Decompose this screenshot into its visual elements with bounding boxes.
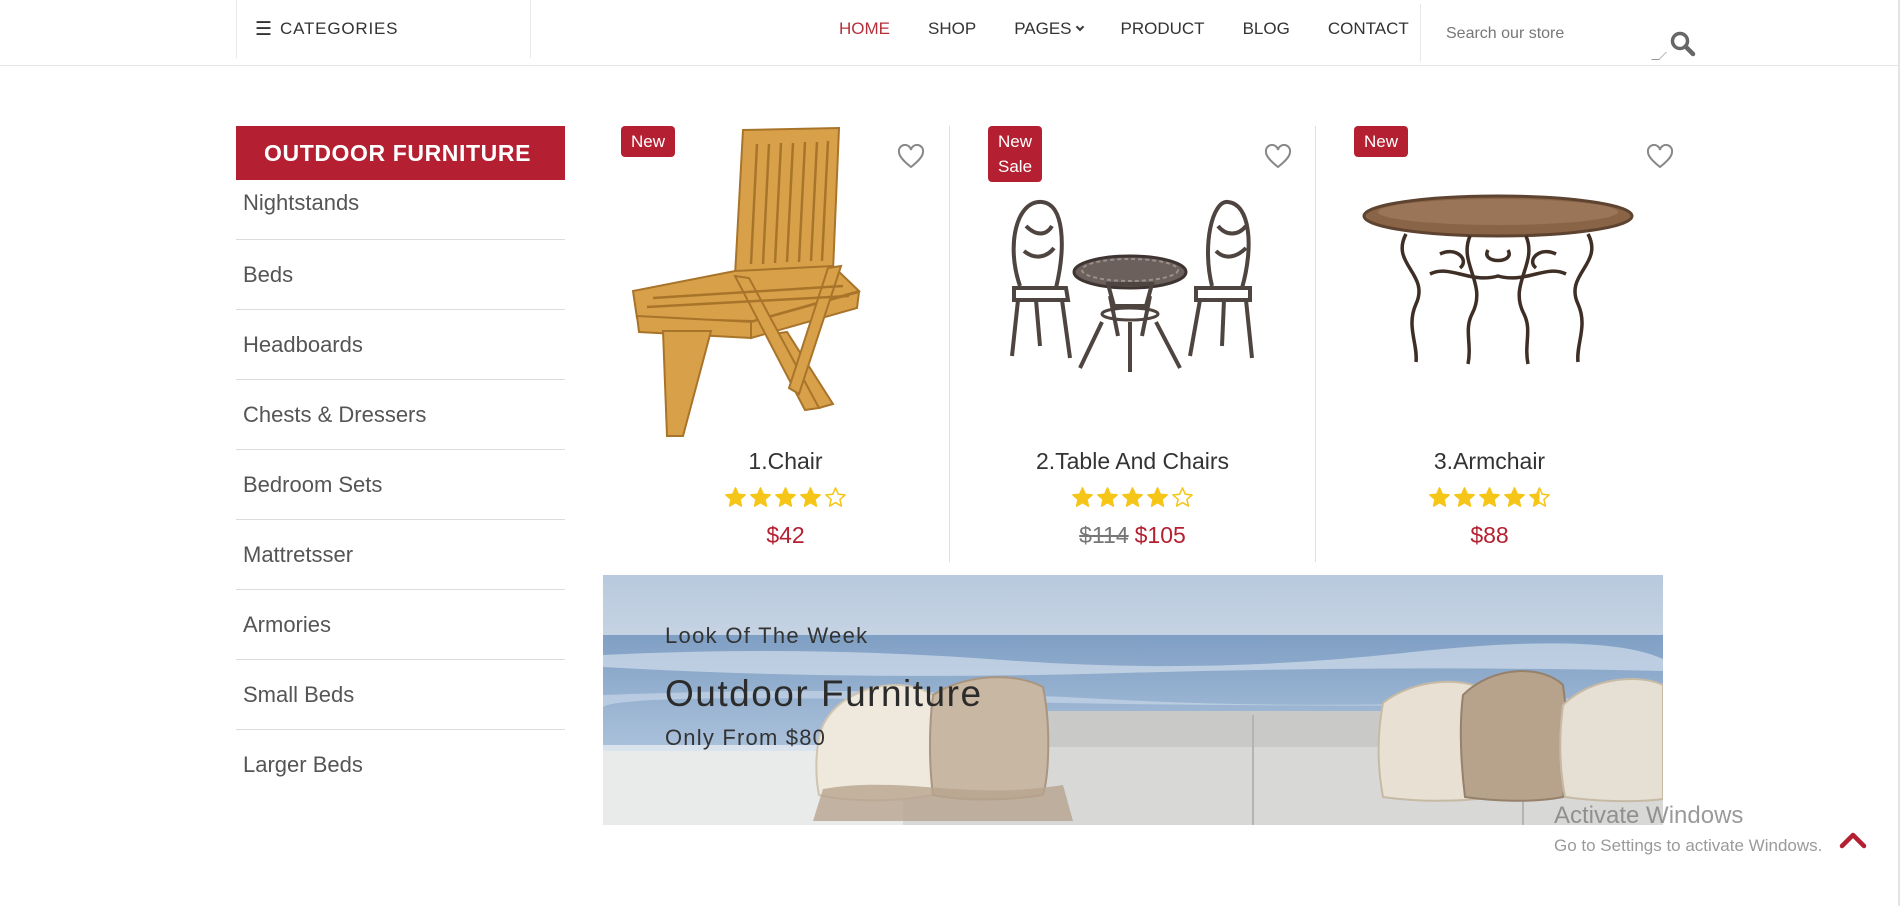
nav-contact[interactable]: CONTACT <box>1328 19 1409 39</box>
star-full-icon <box>1072 487 1093 507</box>
sidebar-item-larger-beds[interactable]: Larger Beds <box>236 730 565 800</box>
product-card[interactable]: New Sale 2.Table And Chairs $114 $105 <box>949 126 1315 562</box>
sidebar-item-headboards[interactable]: Headboards <box>236 310 565 380</box>
watermark-line-1: Activate Windows <box>1554 802 1744 829</box>
nav-pages-label: PAGES <box>1014 19 1072 38</box>
product-card[interactable]: New 1.Chair $42 <box>603 126 968 562</box>
star-full-icon <box>1097 487 1118 507</box>
heart-icon[interactable] <box>1646 143 1674 170</box>
price: $105 <box>1134 522 1186 548</box>
rating-stars <box>603 486 968 509</box>
banner-title: Outdoor Furniture <box>665 673 983 714</box>
category-sidebar: OUTDOOR FURNITURE Nightstands Beds Headb… <box>236 126 565 800</box>
rating-stars <box>950 486 1315 509</box>
product-name[interactable]: 1.Chair <box>603 448 968 475</box>
star-full-icon <box>1122 487 1143 507</box>
sidebar-list: Nightstands Beds Headboards Chests & Dre… <box>236 180 565 800</box>
price: $42 <box>766 522 805 548</box>
product-image-chair[interactable] <box>623 126 863 441</box>
badge-new: New <box>1364 132 1399 151</box>
star-empty-icon <box>825 487 846 507</box>
star-full-icon <box>1429 487 1450 507</box>
product-name[interactable]: 3.Armchair <box>1316 448 1663 475</box>
product-badge: New Sale <box>988 126 1043 182</box>
old-price: $114 <box>1079 522 1129 548</box>
nav-home[interactable]: HOME <box>839 19 890 39</box>
categories-label: CATEGORIES <box>280 19 399 38</box>
star-full-icon <box>775 487 796 507</box>
star-full-icon <box>1479 487 1500 507</box>
nav-product[interactable]: PRODUCT <box>1121 19 1205 39</box>
nav-pages[interactable]: PAGES <box>1014 19 1084 39</box>
product-image-armchair[interactable] <box>1360 194 1636 374</box>
product-grid: New 1.Chair $42 New Sale 2.Table And Cha… <box>603 126 1674 562</box>
promo-banner[interactable]: Look Of The Week Outdoor Furniture Only … <box>603 575 1663 825</box>
sidebar-item-nightstands[interactable]: Nightstands <box>236 180 565 240</box>
chevron-down-icon <box>1075 22 1084 32</box>
star-full-icon <box>1454 487 1475 507</box>
product-badge: New <box>1354 126 1409 157</box>
star-full-icon <box>1504 487 1525 507</box>
search-icon[interactable] <box>1669 30 1697 58</box>
star-empty-icon <box>1172 487 1193 507</box>
price: $88 <box>1470 522 1509 548</box>
star-full-icon <box>800 487 821 507</box>
banner-subtitle: Only From $80 <box>665 725 827 750</box>
sidebar-title: OUTDOOR FURNITURE <box>236 126 565 180</box>
watermark-line-2: Go to Settings to activate Windows. <box>1554 836 1823 855</box>
nav-blog-label: BLOG <box>1242 19 1290 38</box>
windows-activation-watermark: Activate Windows Go to Settings to activ… <box>1554 802 1822 856</box>
main-nav: HOME SHOP PAGES PRODUCT BLOG CONTACT <box>820 0 1428 58</box>
heart-icon[interactable] <box>1264 143 1292 170</box>
price-row: $88 <box>1316 522 1663 549</box>
sidebar-item-small-beds[interactable]: Small Beds <box>236 660 565 730</box>
nav-product-label: PRODUCT <box>1120 19 1205 38</box>
nav-shop-label: SHOP <box>928 19 977 38</box>
star-full-icon <box>725 487 746 507</box>
chevron-up-icon[interactable] <box>1838 826 1868 852</box>
nav-home-label: HOME <box>839 19 890 38</box>
banner-tag: Look Of The Week <box>665 623 869 648</box>
nav-blog[interactable]: BLOG <box>1243 19 1290 39</box>
badge-sale: Sale <box>998 157 1033 176</box>
search-input[interactable] <box>1421 14 1671 54</box>
categories-toggle[interactable]: ☰ CATEGORIES <box>236 0 531 58</box>
star-full-icon <box>1147 487 1168 507</box>
nav-shop[interactable]: SHOP <box>928 19 976 39</box>
sidebar-item-bedroom-sets[interactable]: Bedroom Sets <box>236 450 565 520</box>
search-box <box>1420 4 1700 62</box>
star-full-icon <box>750 487 771 507</box>
price-row: $114 $105 <box>950 522 1315 549</box>
product-card[interactable]: New 3.Armchair $88 <box>1315 126 1674 562</box>
badge-new: New <box>998 132 1033 151</box>
menu-icon: ☰ <box>255 18 273 40</box>
price-row: $42 <box>603 522 968 549</box>
site-header: ☰ CATEGORIES HOME SHOP PAGES PRODUCT BLO… <box>0 0 1900 66</box>
product-name[interactable]: 2.Table And Chairs <box>950 448 1315 475</box>
sidebar-item-mattresses[interactable]: Mattretsser <box>236 520 565 590</box>
sidebar-item-beds[interactable]: Beds <box>236 240 565 310</box>
star-half-icon <box>1529 487 1550 507</box>
sidebar-item-chests-dressers[interactable]: Chests & Dressers <box>236 380 565 450</box>
heart-icon[interactable] <box>897 143 925 170</box>
rating-stars <box>1316 486 1663 509</box>
sidebar-item-armories[interactable]: Armories <box>236 590 565 660</box>
nav-contact-label: CONTACT <box>1327 19 1409 38</box>
product-image-table-and-chairs[interactable] <box>1006 196 1256 376</box>
